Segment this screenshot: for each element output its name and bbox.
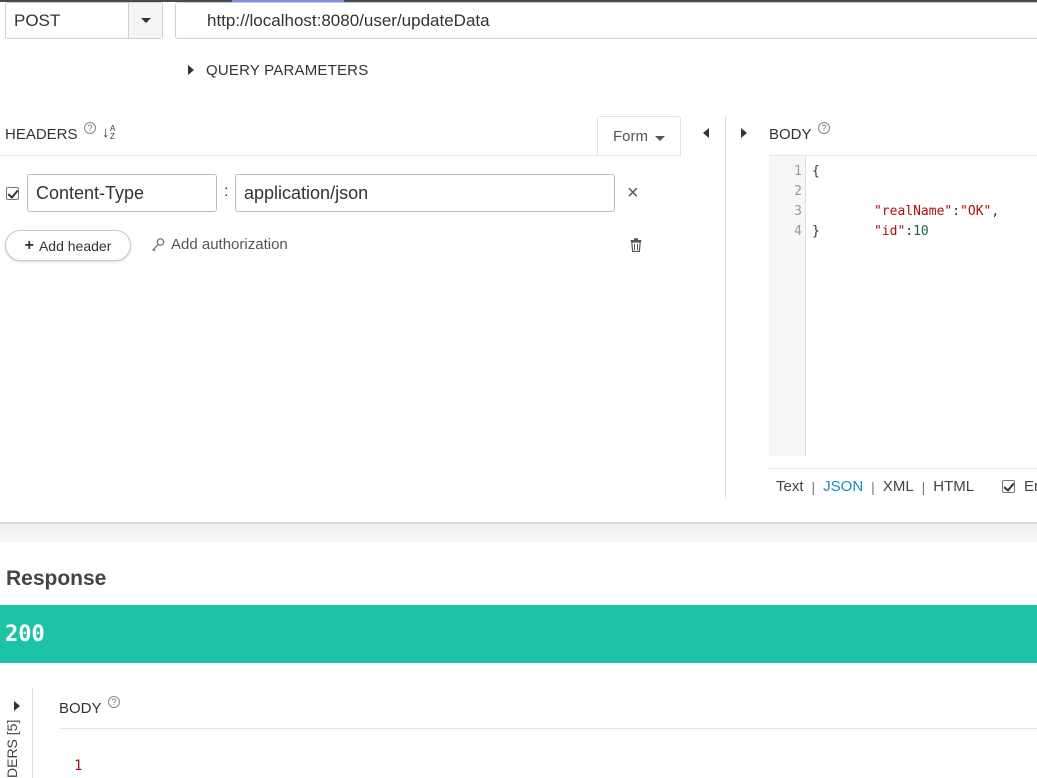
line-number: 3 [794, 204, 802, 219]
format-json[interactable]: JSON [823, 478, 863, 495]
form-toggle-button[interactable]: Form [597, 116, 681, 156]
body-editor[interactable]: 1 { 2 "realName":"OK", 3 "id":10 4 } [769, 155, 1037, 456]
response-headers-label[interactable]: DERS [5] [4, 720, 20, 778]
header-value-input[interactable] [235, 174, 615, 212]
help-icon[interactable]: ? [818, 122, 830, 134]
caret-right-icon [188, 65, 194, 75]
method-select[interactable]: POST [5, 2, 163, 39]
response-body-title: BODY [59, 700, 102, 717]
chevron-down-icon[interactable] [128, 3, 162, 38]
body-editor-divider [769, 468, 1037, 469]
line-number: 2 [794, 184, 802, 199]
code-line: 2 "realName":"OK", [769, 182, 1037, 219]
plus-icon: + [24, 236, 34, 254]
key-icon [152, 237, 165, 251]
format-separator: | [871, 478, 875, 495]
add-header-label: Add header [38, 237, 112, 254]
encode-label: Er [1024, 478, 1037, 495]
code-text: } [812, 224, 820, 239]
format-html[interactable]: HTML [933, 478, 974, 495]
line-number: 1 [794, 164, 802, 179]
header-colon: : [224, 183, 229, 200]
header-enabled-checkbox[interactable] [6, 187, 19, 200]
status-bar: 200 [0, 605, 1037, 663]
format-separator: | [921, 478, 926, 495]
collapse-left-icon[interactable] [703, 128, 709, 138]
status-code: 200 [5, 622, 45, 647]
add-authorization-label: Add authorization [171, 236, 288, 253]
query-parameters-label: QUERY PARAMETERS [206, 61, 369, 79]
add-header-button[interactable]: + Add header [5, 230, 131, 261]
response-line-number: 1 [74, 758, 83, 774]
add-authorization-link[interactable]: Add authorization [150, 236, 288, 253]
body-title: BODY [769, 126, 812, 143]
trash-icon[interactable] [630, 238, 642, 252]
code-text: { [812, 164, 820, 179]
line-number: 4 [794, 224, 802, 239]
help-icon[interactable]: ? [84, 122, 96, 134]
code-line: 4 } [769, 222, 1037, 242]
format-separator: | [811, 478, 816, 495]
format-text[interactable]: Text [776, 478, 804, 495]
response-title: Response [6, 567, 107, 590]
headers-divider [0, 155, 681, 156]
expand-right-icon[interactable] [741, 128, 747, 138]
headers-title: HEADERS [5, 126, 78, 143]
close-icon[interactable]: × [627, 183, 639, 203]
sort-alpha-icon[interactable]: ↓ A Z [102, 124, 120, 144]
format-xml[interactable]: XML [883, 478, 914, 495]
code-line: 1 { [769, 162, 1037, 182]
help-icon[interactable]: ? [108, 696, 120, 708]
form-toggle-label: Form [613, 128, 648, 145]
header-key-input[interactable] [27, 174, 217, 212]
url-value: http://localhost:8080/user/updateData [207, 11, 490, 30]
query-parameters-toggle[interactable]: QUERY PARAMETERS [188, 61, 368, 79]
pane-divider[interactable] [725, 116, 726, 498]
expand-headers-icon[interactable] [14, 701, 20, 711]
body-format-selector: Text | JSON | XML | HTML [776, 478, 974, 495]
response-separator [0, 522, 1037, 542]
encode-checkbox[interactable] [1002, 480, 1015, 493]
response-body-divider [59, 728, 1037, 729]
method-value: POST [14, 11, 61, 30]
chevron-down-icon [655, 136, 665, 141]
url-input[interactable]: http://localhost:8080/user/updateData [175, 2, 1037, 39]
code-line: 3 "id":10 [769, 202, 1037, 239]
response-pane-divider [32, 688, 33, 778]
